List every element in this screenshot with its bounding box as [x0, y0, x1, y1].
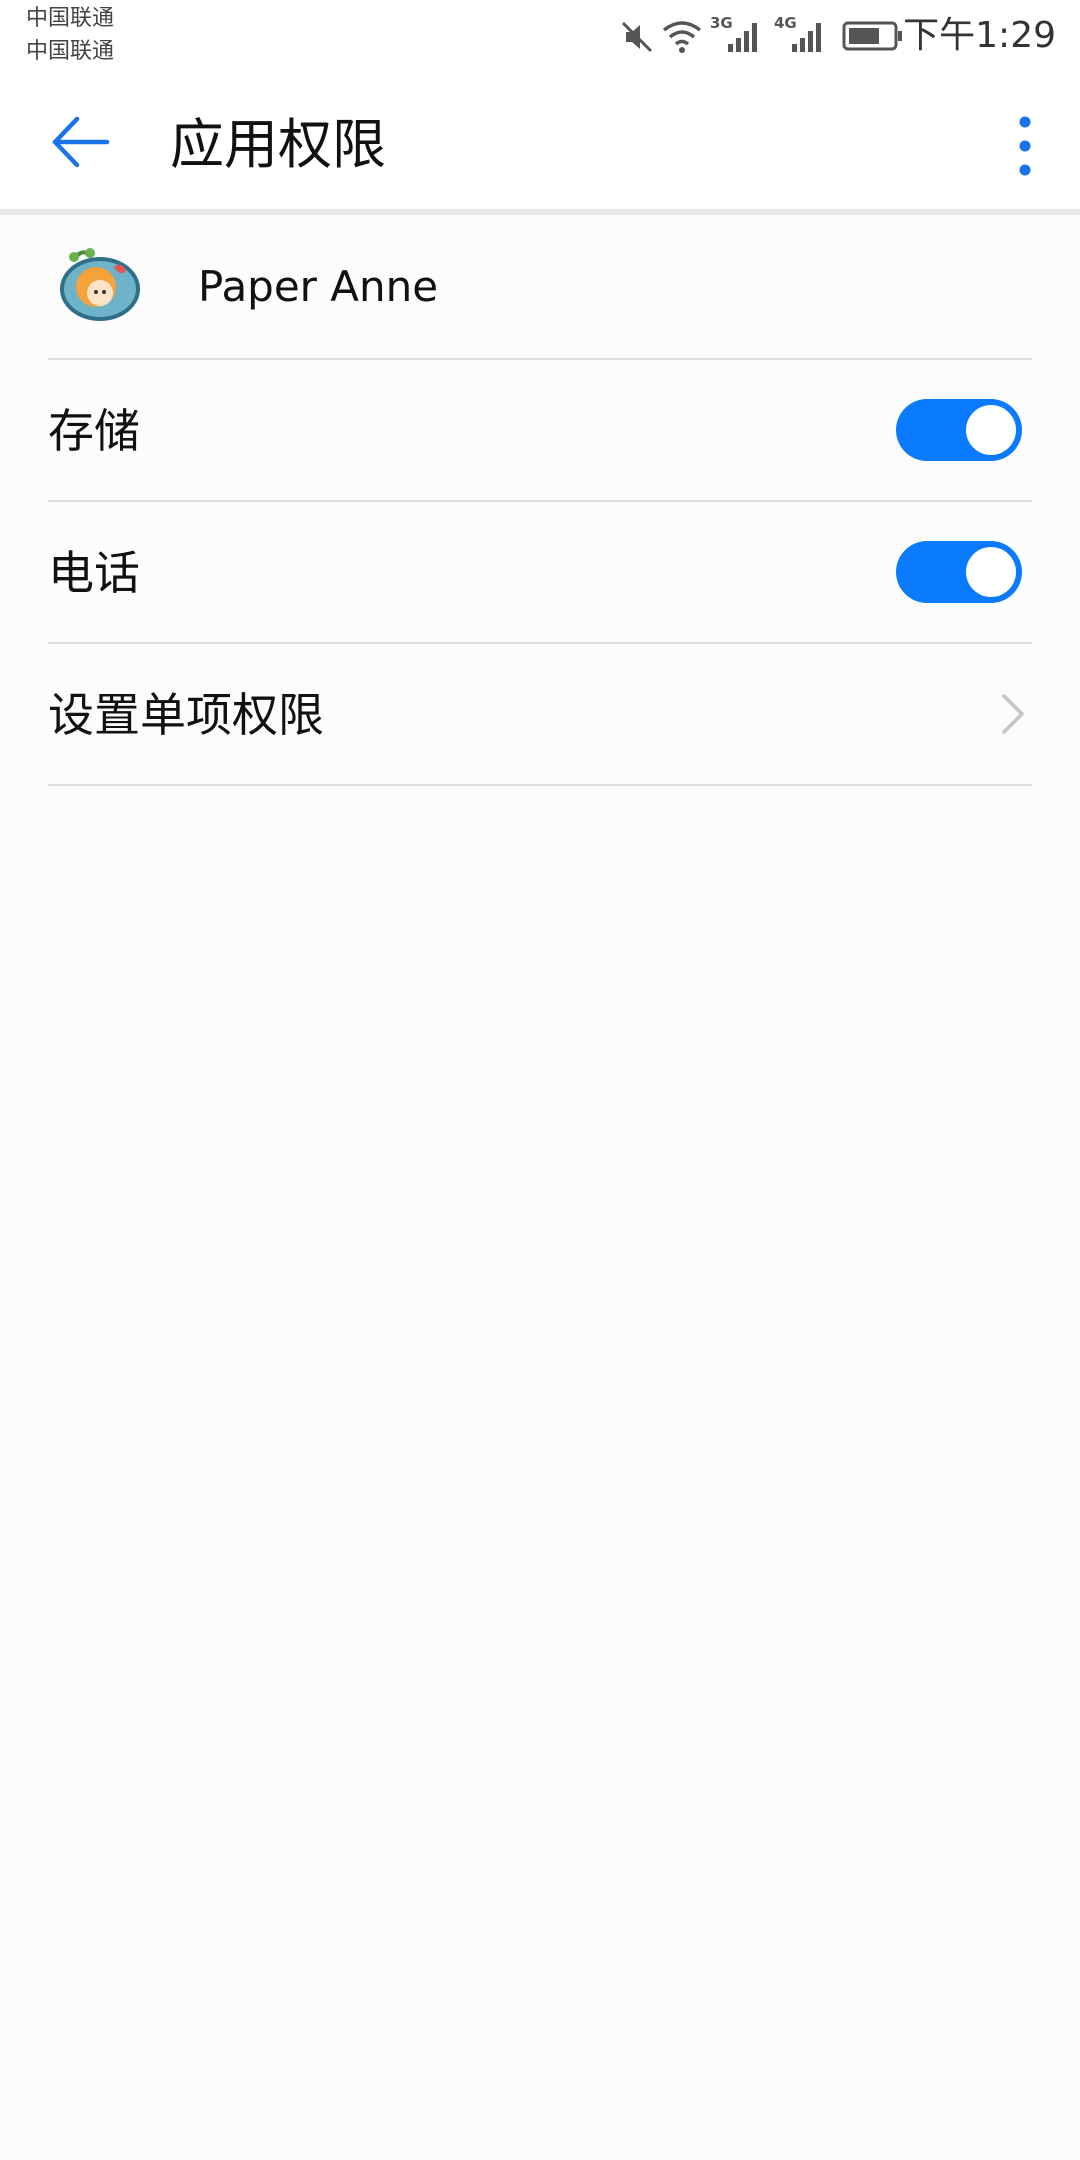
permission-row-storage[interactable]: 存储: [0, 360, 1080, 500]
more-options-button[interactable]: [1000, 108, 1050, 184]
individual-permissions-label: 设置单项权限: [48, 688, 324, 742]
signal-3g-icon: [728, 23, 757, 52]
app-bar: 应用权限: [0, 74, 1080, 211]
status-icons: 3G 4G 下午1:29: [0, 0, 1080, 74]
app-name: Paper Anne: [198, 262, 439, 311]
battery-icon: [842, 21, 902, 51]
back-arrow-icon: [52, 116, 110, 168]
more-vert-icon: [1019, 116, 1031, 176]
row-divider: [48, 784, 1032, 786]
permission-label-storage: 存储: [48, 404, 140, 458]
chevron-right-icon: [1002, 694, 1024, 734]
storage-toggle[interactable]: [896, 399, 1022, 461]
permissions-list: Paper Anne 存储 电话 设置单项权限: [0, 215, 1080, 786]
permission-label-phone: 电话: [48, 546, 140, 600]
wifi-icon: [662, 21, 702, 53]
app-info-row: Paper Anne: [0, 215, 1080, 358]
status-bar: 中国联通 中国联通 3G 4G 下午1:29: [0, 0, 1080, 74]
back-button[interactable]: [40, 102, 120, 182]
mute-icon: [621, 21, 653, 53]
permission-row-phone[interactable]: 电话: [0, 502, 1080, 642]
page-title: 应用权限: [170, 113, 386, 176]
signal-4g-icon: [792, 23, 821, 52]
toggle-knob: [966, 405, 1016, 455]
individual-permissions-row[interactable]: 设置单项权限: [0, 644, 1080, 784]
app-icon: [60, 248, 140, 321]
phone-toggle[interactable]: [896, 541, 1022, 603]
clock: 下午1:29: [903, 15, 1056, 56]
toggle-knob: [966, 547, 1016, 597]
